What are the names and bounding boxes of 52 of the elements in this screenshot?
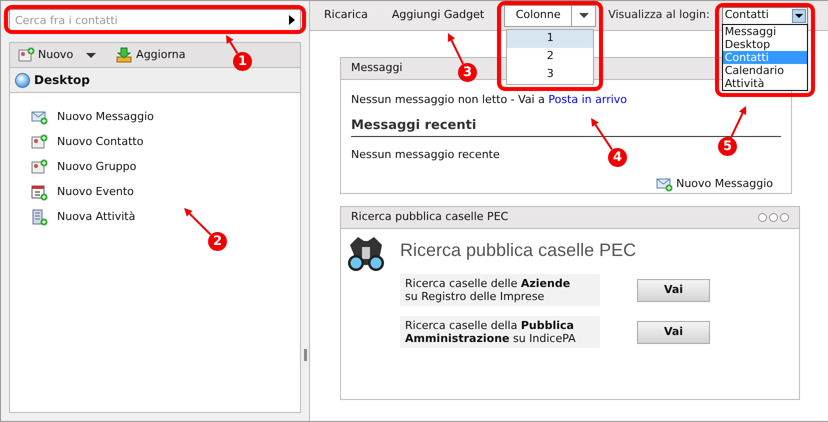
callout-arrow bbox=[448, 33, 464, 64]
refresh-button[interactable]: Aggiorna bbox=[116, 46, 186, 64]
description-text: Ricerca caselle delle Aziende su Registro delle Imprese bbox=[400, 274, 600, 306]
panel-title: Ricerca pubblica caselle PEC bbox=[351, 209, 508, 226]
callout-arrow bbox=[591, 118, 613, 150]
description-text: Ricerca caselle della Pubblica Amministrazione su IndicePA bbox=[400, 316, 600, 348]
contact-card-plus-icon bbox=[31, 159, 48, 176]
contact-card-plus-icon bbox=[18, 46, 35, 64]
envelope-plus-icon bbox=[656, 176, 674, 192]
callout-arrow bbox=[184, 208, 212, 236]
status-text: Nessun messaggio recente bbox=[351, 147, 500, 163]
select-option[interactable]: Attività bbox=[722, 76, 807, 90]
toolbar-link[interactable]: Ricarica bbox=[324, 7, 368, 24]
field-label: Visualizza al login: bbox=[608, 7, 710, 24]
globe-icon bbox=[15, 72, 30, 88]
caret-icon[interactable] bbox=[794, 14, 803, 18]
caret-icon[interactable] bbox=[578, 13, 589, 18]
contact-card-plus-icon bbox=[31, 134, 48, 151]
splitter-handle[interactable] bbox=[304, 349, 306, 361]
callout-arrow bbox=[226, 35, 238, 54]
new-message-link[interactable]: Nuovo Messaggio bbox=[656, 176, 773, 192]
inbox-link[interactable]: Posta in arrivo bbox=[548, 93, 628, 106]
desktop-shortcut[interactable]: Nuova Attività bbox=[31, 209, 300, 226]
menu-item[interactable]: 1 bbox=[507, 30, 594, 48]
desktop-shortcut[interactable]: Nuovo Contatto bbox=[31, 134, 300, 151]
menu-item[interactable]: 2 bbox=[507, 48, 594, 66]
toolbar-link[interactable]: Aggiungi Gadget bbox=[392, 7, 484, 24]
desktop-shortcut[interactable]: Nuovo Messaggio bbox=[31, 109, 300, 126]
go-button[interactable]: Vai bbox=[637, 320, 710, 344]
columns-dropdown[interactable]: Colonne bbox=[504, 4, 596, 26]
status-text: Nessun messaggio non letto - Vai a Posta in arrivo bbox=[351, 92, 628, 108]
callout-arrow bbox=[730, 106, 746, 138]
search-field[interactable]: Cerca fra i contatti bbox=[9, 9, 301, 31]
caret-icon[interactable] bbox=[86, 52, 96, 58]
download-tray-icon bbox=[116, 46, 134, 64]
calendar-plus-icon bbox=[31, 184, 48, 201]
select-option[interactable]: Desktop bbox=[722, 38, 807, 50]
desktop-shortcut[interactable]: Nuovo Evento bbox=[31, 184, 300, 201]
search-arrow-icon[interactable] bbox=[289, 15, 295, 25]
gadget-heading: Ricerca pubblica caselle PEC bbox=[400, 239, 638, 262]
select-option[interactable]: Messaggi bbox=[722, 24, 807, 38]
section-title: Desktop bbox=[34, 72, 90, 89]
new-dropdown-button[interactable]: Nuovo bbox=[18, 46, 96, 64]
desktop-shortcut[interactable]: Nuovo Gruppo bbox=[31, 159, 300, 176]
go-button[interactable]: Vai bbox=[637, 278, 710, 302]
section-heading: Messaggi recenti bbox=[351, 116, 781, 137]
binoculars-icon bbox=[346, 235, 386, 273]
select-option[interactable]: Calendario bbox=[722, 64, 807, 76]
document-plus-icon bbox=[31, 209, 48, 226]
login-select[interactable]: Contatti bbox=[722, 6, 808, 24]
menu-item[interactable]: 3 bbox=[507, 66, 594, 84]
envelope-plus-icon bbox=[31, 109, 48, 126]
